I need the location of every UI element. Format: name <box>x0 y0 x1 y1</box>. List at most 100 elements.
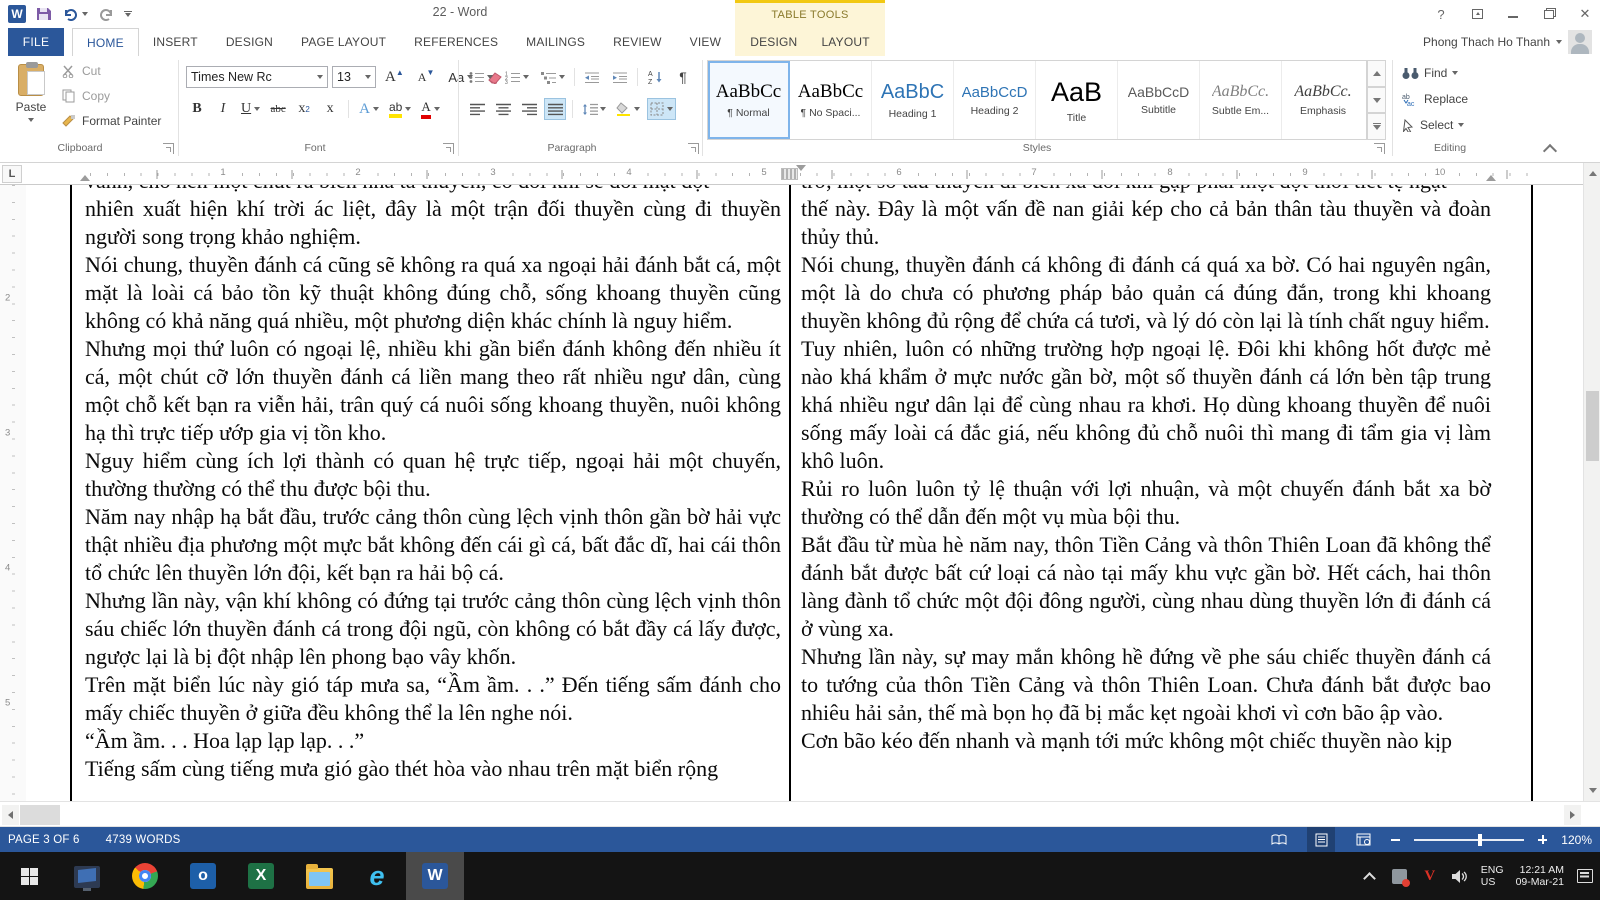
taskbar-word-active[interactable]: W <box>406 852 464 900</box>
paste-button[interactable]: Paste <box>8 62 54 136</box>
taskbar-excel[interactable]: X <box>232 852 290 900</box>
numbering-button[interactable]: 123 <box>502 66 532 88</box>
zoom-out-icon[interactable] <box>1391 839 1400 841</box>
paragraph-dialog-launcher[interactable] <box>688 143 699 154</box>
style-emphasis[interactable]: AaBbCc. Emphasis <box>1282 61 1364 139</box>
style-heading-2[interactable]: AaBbCcD Heading 2 <box>954 61 1036 139</box>
strikethrough-button[interactable]: abc <box>267 98 289 120</box>
styles-scroll-up-icon[interactable] <box>1367 60 1386 87</box>
tab-table-layout[interactable]: LAYOUT <box>813 28 877 56</box>
tab-page-layout[interactable]: PAGE LAYOUT <box>287 28 400 56</box>
style-subtle-emphasis[interactable]: AaBbCc. Subtle Em... <box>1200 61 1282 139</box>
taskbar-chrome[interactable] <box>116 852 174 900</box>
vertical-scroll-thumb[interactable] <box>1586 391 1599 461</box>
tab-table-design[interactable]: DESIGN <box>742 28 805 56</box>
subscript-button[interactable]: x2 <box>293 98 315 120</box>
vertical-scrollbar[interactable] <box>1583 163 1600 801</box>
styles-scroll-down-icon[interactable] <box>1367 87 1386 114</box>
customize-qat-icon[interactable] <box>124 11 132 18</box>
left-indent-marker[interactable] <box>80 175 90 181</box>
save-icon[interactable] <box>36 6 52 22</box>
taskbar-outlook[interactable]: o <box>174 852 232 900</box>
zoom-in-icon[interactable] <box>1538 835 1547 844</box>
page-indicator[interactable]: PAGE 3 OF 6 <box>8 834 80 846</box>
print-layout-button[interactable] <box>1307 827 1335 852</box>
cut-button[interactable]: Cut <box>62 64 101 78</box>
shrink-font-button[interactable]: A▼ <box>415 66 438 88</box>
start-button[interactable] <box>0 852 58 900</box>
find-button[interactable]: Find <box>1402 66 1458 80</box>
word-count[interactable]: 4739 WORDS <box>106 834 181 846</box>
clipboard-dialog-launcher[interactable] <box>163 143 174 154</box>
replace-button[interactable]: abac Replace <box>1402 92 1468 106</box>
font-family-combobox[interactable]: Times New Rc <box>186 66 328 88</box>
scroll-right-icon[interactable] <box>1564 805 1581 825</box>
styles-gallery-more-icon[interactable] <box>1367 113 1386 140</box>
taskbar-file-explorer[interactable] <box>290 852 348 900</box>
highlight-color-button[interactable]: ab <box>386 98 414 120</box>
style-no-spacing[interactable]: AaBbCc ¶ No Spaci... <box>790 61 872 139</box>
underline-button[interactable]: U <box>238 98 263 120</box>
tray-notification-badge-icon[interactable] <box>1391 867 1409 885</box>
table-cell-left[interactable]: vành, cho nên một chút ra biển nhà ta th… <box>85 185 781 783</box>
bold-button[interactable]: B <box>186 98 208 120</box>
action-center-icon[interactable] <box>1576 867 1594 885</box>
bullets-button[interactable] <box>466 66 496 88</box>
table-column-marker[interactable] <box>781 168 798 180</box>
tray-expand-icon[interactable] <box>1361 867 1379 885</box>
undo-dropdown-arrow[interactable] <box>82 12 88 16</box>
collapse-ribbon-icon[interactable] <box>1543 144 1557 154</box>
taskbar-internet-explorer[interactable]: e <box>348 852 406 900</box>
italic-button[interactable]: I <box>212 98 234 120</box>
close-icon[interactable]: ✕ <box>1576 5 1594 23</box>
zoom-slider-handle[interactable] <box>1478 834 1482 846</box>
sort-button[interactable]: AZ <box>644 66 666 88</box>
horizontal-scroll-thumb[interactable] <box>20 805 60 825</box>
language-indicator[interactable]: ENG US <box>1481 864 1504 888</box>
text-effects-button[interactable]: A <box>356 98 382 120</box>
restore-icon[interactable] <box>1540 5 1558 23</box>
font-color-button[interactable]: A <box>418 98 442 120</box>
table-cell-right[interactable]: trở, một số tàu thuyền đi biển xa đôi kh… <box>801 185 1491 755</box>
taskbar-display-app[interactable] <box>58 852 116 900</box>
undo-icon[interactable] <box>62 7 88 21</box>
justify-button[interactable] <box>544 98 566 120</box>
tray-v-app-icon[interactable]: V <box>1421 867 1439 885</box>
horizontal-scrollbar[interactable] <box>0 801 1600 827</box>
align-right-button[interactable] <box>518 98 540 120</box>
horizontal-ruler[interactable]: 1 2 3 4 5 6 7 8 9 10 <box>0 163 1600 185</box>
scroll-left-icon[interactable] <box>2 805 19 825</box>
account-menu[interactable]: Phong Thach Ho Thanh <box>1423 28 1592 56</box>
avatar[interactable] <box>1568 30 1592 54</box>
read-mode-button[interactable] <box>1265 827 1293 852</box>
scroll-up-icon[interactable] <box>1584 165 1600 182</box>
font-size-combobox[interactable]: 13 <box>332 66 376 88</box>
web-layout-button[interactable] <box>1349 827 1377 852</box>
clock[interactable]: 12:21 AM 09-Mar-21 <box>1516 864 1564 888</box>
vertical-ruler[interactable]: 2 3 4 5 <box>0 185 26 801</box>
scroll-down-icon[interactable] <box>1584 782 1600 799</box>
select-button[interactable]: Select <box>1402 118 1464 132</box>
font-dialog-launcher[interactable] <box>443 143 454 154</box>
zoom-slider[interactable] <box>1414 839 1524 841</box>
grow-font-button[interactable]: A▲ <box>382 66 407 88</box>
tab-view[interactable]: VIEW <box>676 28 735 56</box>
tab-design[interactable]: DESIGN <box>212 28 287 56</box>
borders-button[interactable] <box>647 98 676 120</box>
style-title[interactable]: AaB Title <box>1036 61 1118 139</box>
style-heading-1[interactable]: AaBbC Heading 1 <box>872 61 954 139</box>
style-subtitle[interactable]: AaBbCcD Subtitle <box>1118 61 1200 139</box>
align-left-button[interactable] <box>466 98 488 120</box>
align-center-button[interactable] <box>492 98 514 120</box>
show-hide-pilcrow-button[interactable]: ¶ <box>672 66 694 88</box>
tab-references[interactable]: REFERENCES <box>400 28 512 56</box>
document-page[interactable]: vành, cho nên một chút ra biển nhà ta th… <box>0 185 1600 801</box>
tab-home[interactable]: HOME <box>72 28 139 56</box>
tab-review[interactable]: REVIEW <box>599 28 676 56</box>
multilevel-list-button[interactable] <box>538 66 568 88</box>
redo-icon[interactable] <box>98 7 114 21</box>
right-indent-marker[interactable] <box>1486 175 1496 181</box>
minimize-icon[interactable] <box>1504 5 1522 23</box>
tab-insert[interactable]: INSERT <box>139 28 212 56</box>
volume-icon[interactable] <box>1451 867 1469 885</box>
